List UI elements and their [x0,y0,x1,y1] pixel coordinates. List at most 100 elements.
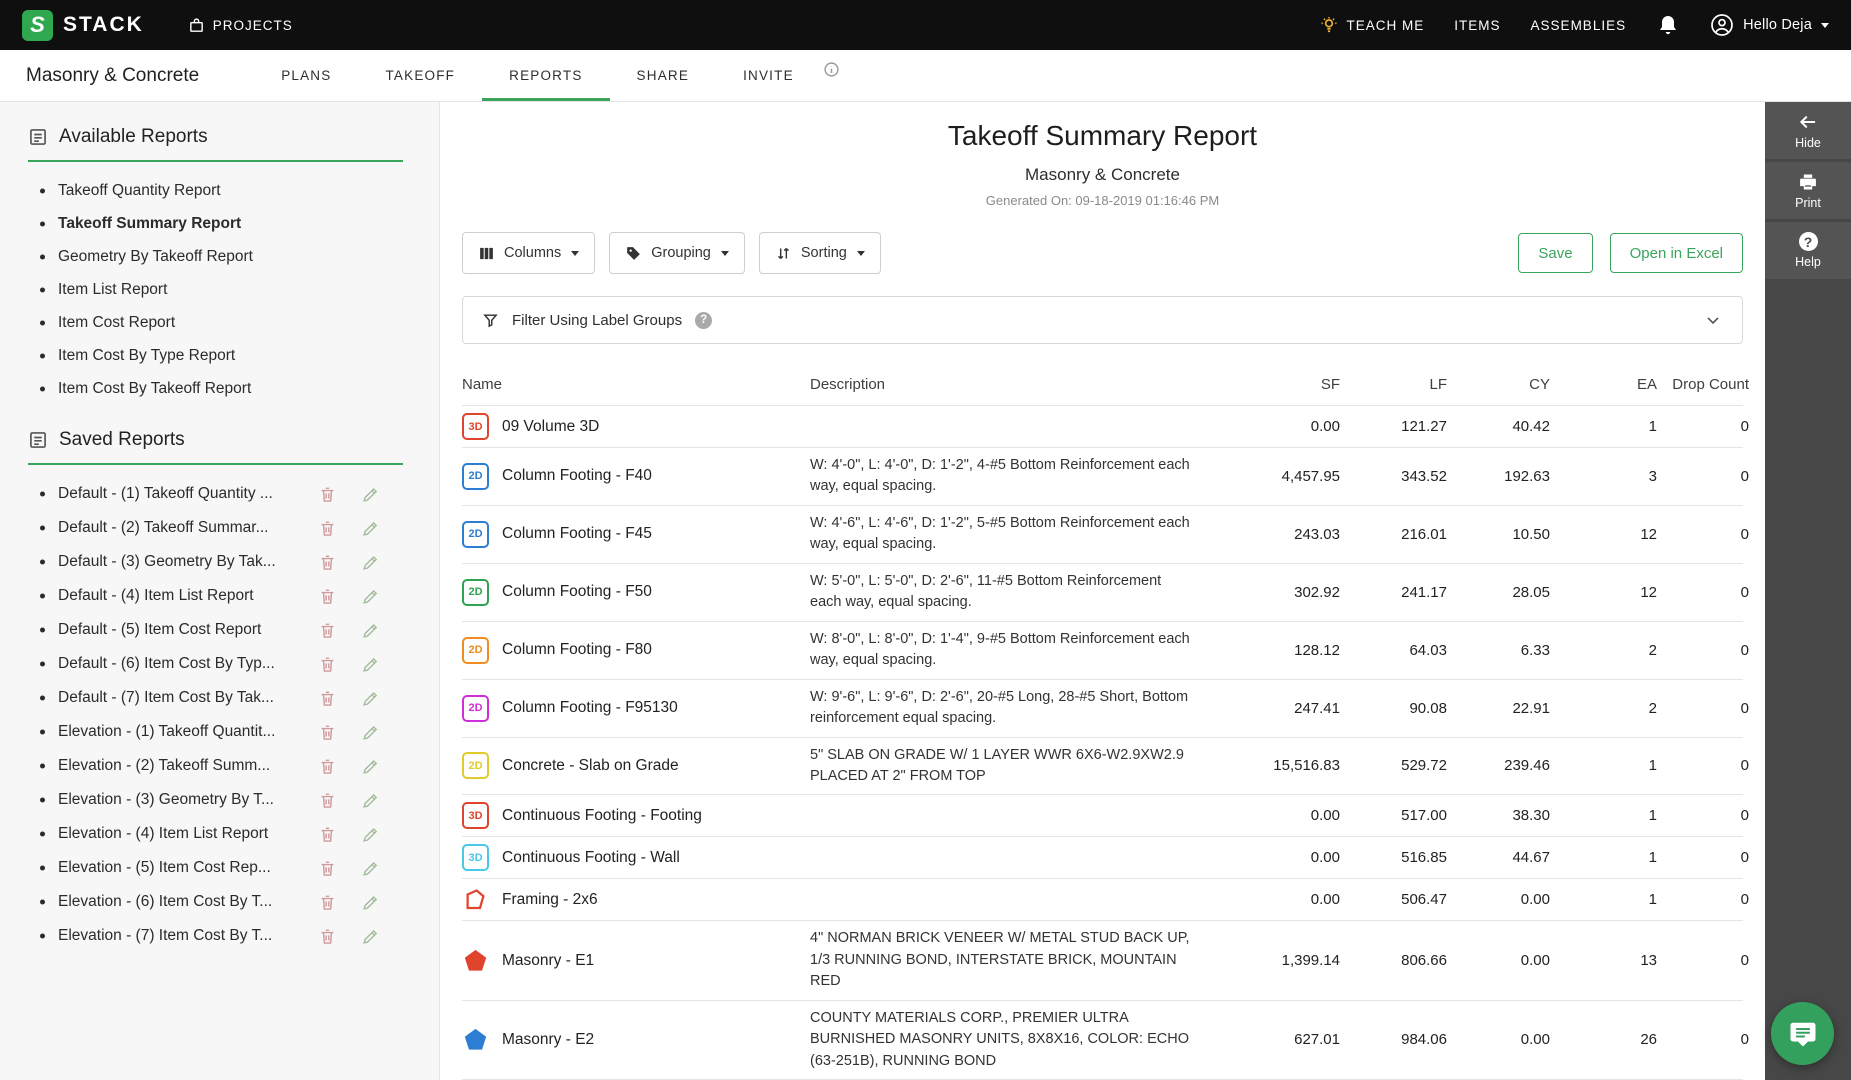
pencil-icon[interactable] [361,859,380,878]
user-menu[interactable]: Hello Deja [1710,13,1829,37]
help-button[interactable]: ? Help [1765,222,1851,279]
available-report-label: Item Cost Report [58,313,176,331]
available-report-item[interactable]: Item Cost By Takeoff Report [0,372,439,405]
pencil-icon[interactable] [361,655,380,674]
pencil-icon[interactable] [361,689,380,708]
takeoff-name: Column Footing - F95130 [502,699,678,717]
tab-plans[interactable]: PLANS [254,50,358,101]
tab-reports[interactable]: REPORTS [482,50,610,101]
takeoff-name: Continuous Footing - Wall [502,848,680,866]
nav-projects[interactable]: PROJECTS [188,17,293,34]
table-row: Masonry - E1 4" NORMAN BRICK VENEER W/ ME… [462,920,1749,999]
trash-icon[interactable] [318,757,337,776]
saved-report-label[interactable]: Elevation - (3) Geometry By T... [58,791,316,809]
trash-icon[interactable] [318,519,337,538]
top-bar: S STACK PROJECTS TEACH ME ITEMS ASSEMBLI… [0,0,1851,50]
nav-assemblies[interactable]: ASSEMBLIES [1531,18,1627,33]
trash-icon[interactable] [318,791,337,810]
takeoff-name: Framing - 2x6 [502,890,598,908]
pencil-icon[interactable] [361,791,380,810]
available-report-item[interactable]: Item List Report [0,273,439,306]
brand-name: STACK [63,13,144,36]
available-report-item[interactable]: Geometry By Takeoff Report [0,240,439,273]
trash-icon[interactable] [318,587,337,606]
available-report-item[interactable]: Item Cost By Type Report [0,339,439,372]
sorting-button[interactable]: Sorting [758,232,881,274]
saved-report-label[interactable]: Default - (1) Takeoff Quantity ... [58,485,316,503]
tab-invite[interactable]: INVITE [716,50,821,101]
saved-report-label[interactable]: Elevation - (2) Takeoff Summ... [58,757,316,775]
trash-icon[interactable] [318,689,337,708]
open-in-excel-button[interactable]: Open in Excel [1609,233,1743,273]
cell-lf: 984.06 [1401,1031,1447,1049]
tab-share[interactable]: SHARE [610,50,717,101]
available-report-label: Item List Report [58,280,168,298]
trash-icon[interactable] [318,621,337,640]
takeoff-2d-icon: 2D [462,694,489,722]
pencil-icon[interactable] [361,587,380,606]
saved-report-label[interactable]: Default - (6) Item Cost By Typ... [58,655,316,673]
trash-icon[interactable] [318,553,337,572]
saved-report-label[interactable]: Elevation - (6) Item Cost By T... [58,893,316,911]
saved-report-label[interactable]: Default - (2) Takeoff Summar... [58,519,316,537]
cell-sf: 627.01 [1294,1031,1340,1049]
print-button[interactable]: Print [1765,162,1851,219]
saved-report-label[interactable]: Default - (7) Item Cost By Tak... [58,689,316,707]
stack-logo-icon[interactable]: S [22,9,53,41]
pencil-icon[interactable] [361,825,380,844]
notifications-button[interactable] [1656,13,1680,37]
nav-items[interactable]: ITEMS [1454,18,1500,33]
saved-report-label[interactable]: Default - (4) Item List Report [58,587,316,605]
cell-ea: 1 [1648,807,1657,825]
cell-sf: 0.00 [1310,418,1340,435]
available-report-item[interactable]: Takeoff Summary Report [0,207,439,240]
save-button[interactable]: Save [1518,233,1593,273]
chevron-down-icon[interactable] [1703,310,1723,330]
table-row: Masonry - E2 COUNTY MATERIALS CORP., PREM… [462,999,1749,1079]
available-report-item[interactable]: Item Cost Report [0,306,439,339]
saved-report-label[interactable]: Elevation - (7) Item Cost By T... [58,927,316,945]
saved-report-label[interactable]: Default - (3) Geometry By Tak... [58,553,316,571]
pencil-icon[interactable] [361,757,380,776]
name-cell: 3D Continuous Footing - Footing [462,802,810,830]
cell-sf: 0.00 [1310,807,1340,825]
pencil-icon[interactable] [361,893,380,912]
pencil-icon[interactable] [361,485,380,504]
pencil-icon[interactable] [361,553,380,572]
saved-report-item: Default - (4) Item List Report [0,579,439,613]
saved-report-label[interactable]: Elevation - (4) Item List Report [58,825,316,843]
pencil-icon[interactable] [361,621,380,640]
saved-report-item: Elevation - (5) Item Cost Rep... [0,851,439,885]
saved-report-label[interactable]: Elevation - (1) Takeoff Quantit... [58,723,316,741]
trash-icon[interactable] [318,859,337,878]
cell-ea: 12 [1640,525,1657,543]
nav-teach-me[interactable]: TEACH ME [1319,15,1425,35]
filter-help-icon[interactable]: ? [695,311,713,329]
trash-icon[interactable] [318,893,337,912]
filter-label-groups-bar[interactable]: Filter Using Label Groups ? [462,296,1743,344]
takeoff-3d-icon: 3D [462,413,489,440]
pencil-icon[interactable] [361,723,380,742]
available-report-item[interactable]: Takeoff Quantity Report [0,174,439,207]
chat-launcher-button[interactable] [1771,1002,1834,1065]
pencil-icon[interactable] [361,519,380,538]
name-cell: 2D Column Footing - F50 [462,578,810,606]
hide-button[interactable]: Hide [1765,102,1851,159]
trash-icon[interactable] [318,655,337,674]
saved-report-item: Default - (7) Item Cost By Tak... [0,681,439,715]
saved-report-label[interactable]: Default - (5) Item Cost Report [58,621,316,639]
saved-report-item: Default - (2) Takeoff Summar... [0,511,439,545]
tab-takeoff[interactable]: TAKEOFF [358,50,482,101]
pencil-icon[interactable] [361,927,380,946]
trash-icon[interactable] [318,825,337,844]
grouping-button[interactable]: Grouping [609,232,745,274]
cell-sf: 243.03 [1294,525,1340,543]
takeoff-name: Concrete - Slab on Grade [502,756,679,774]
trash-icon[interactable] [318,927,337,946]
columns-button[interactable]: Columns [462,232,596,274]
cell-ea: 2 [1648,641,1657,659]
info-icon[interactable] [823,61,840,78]
saved-report-label[interactable]: Elevation - (5) Item Cost Rep... [58,859,316,877]
trash-icon[interactable] [318,723,337,742]
trash-icon[interactable] [318,485,337,504]
